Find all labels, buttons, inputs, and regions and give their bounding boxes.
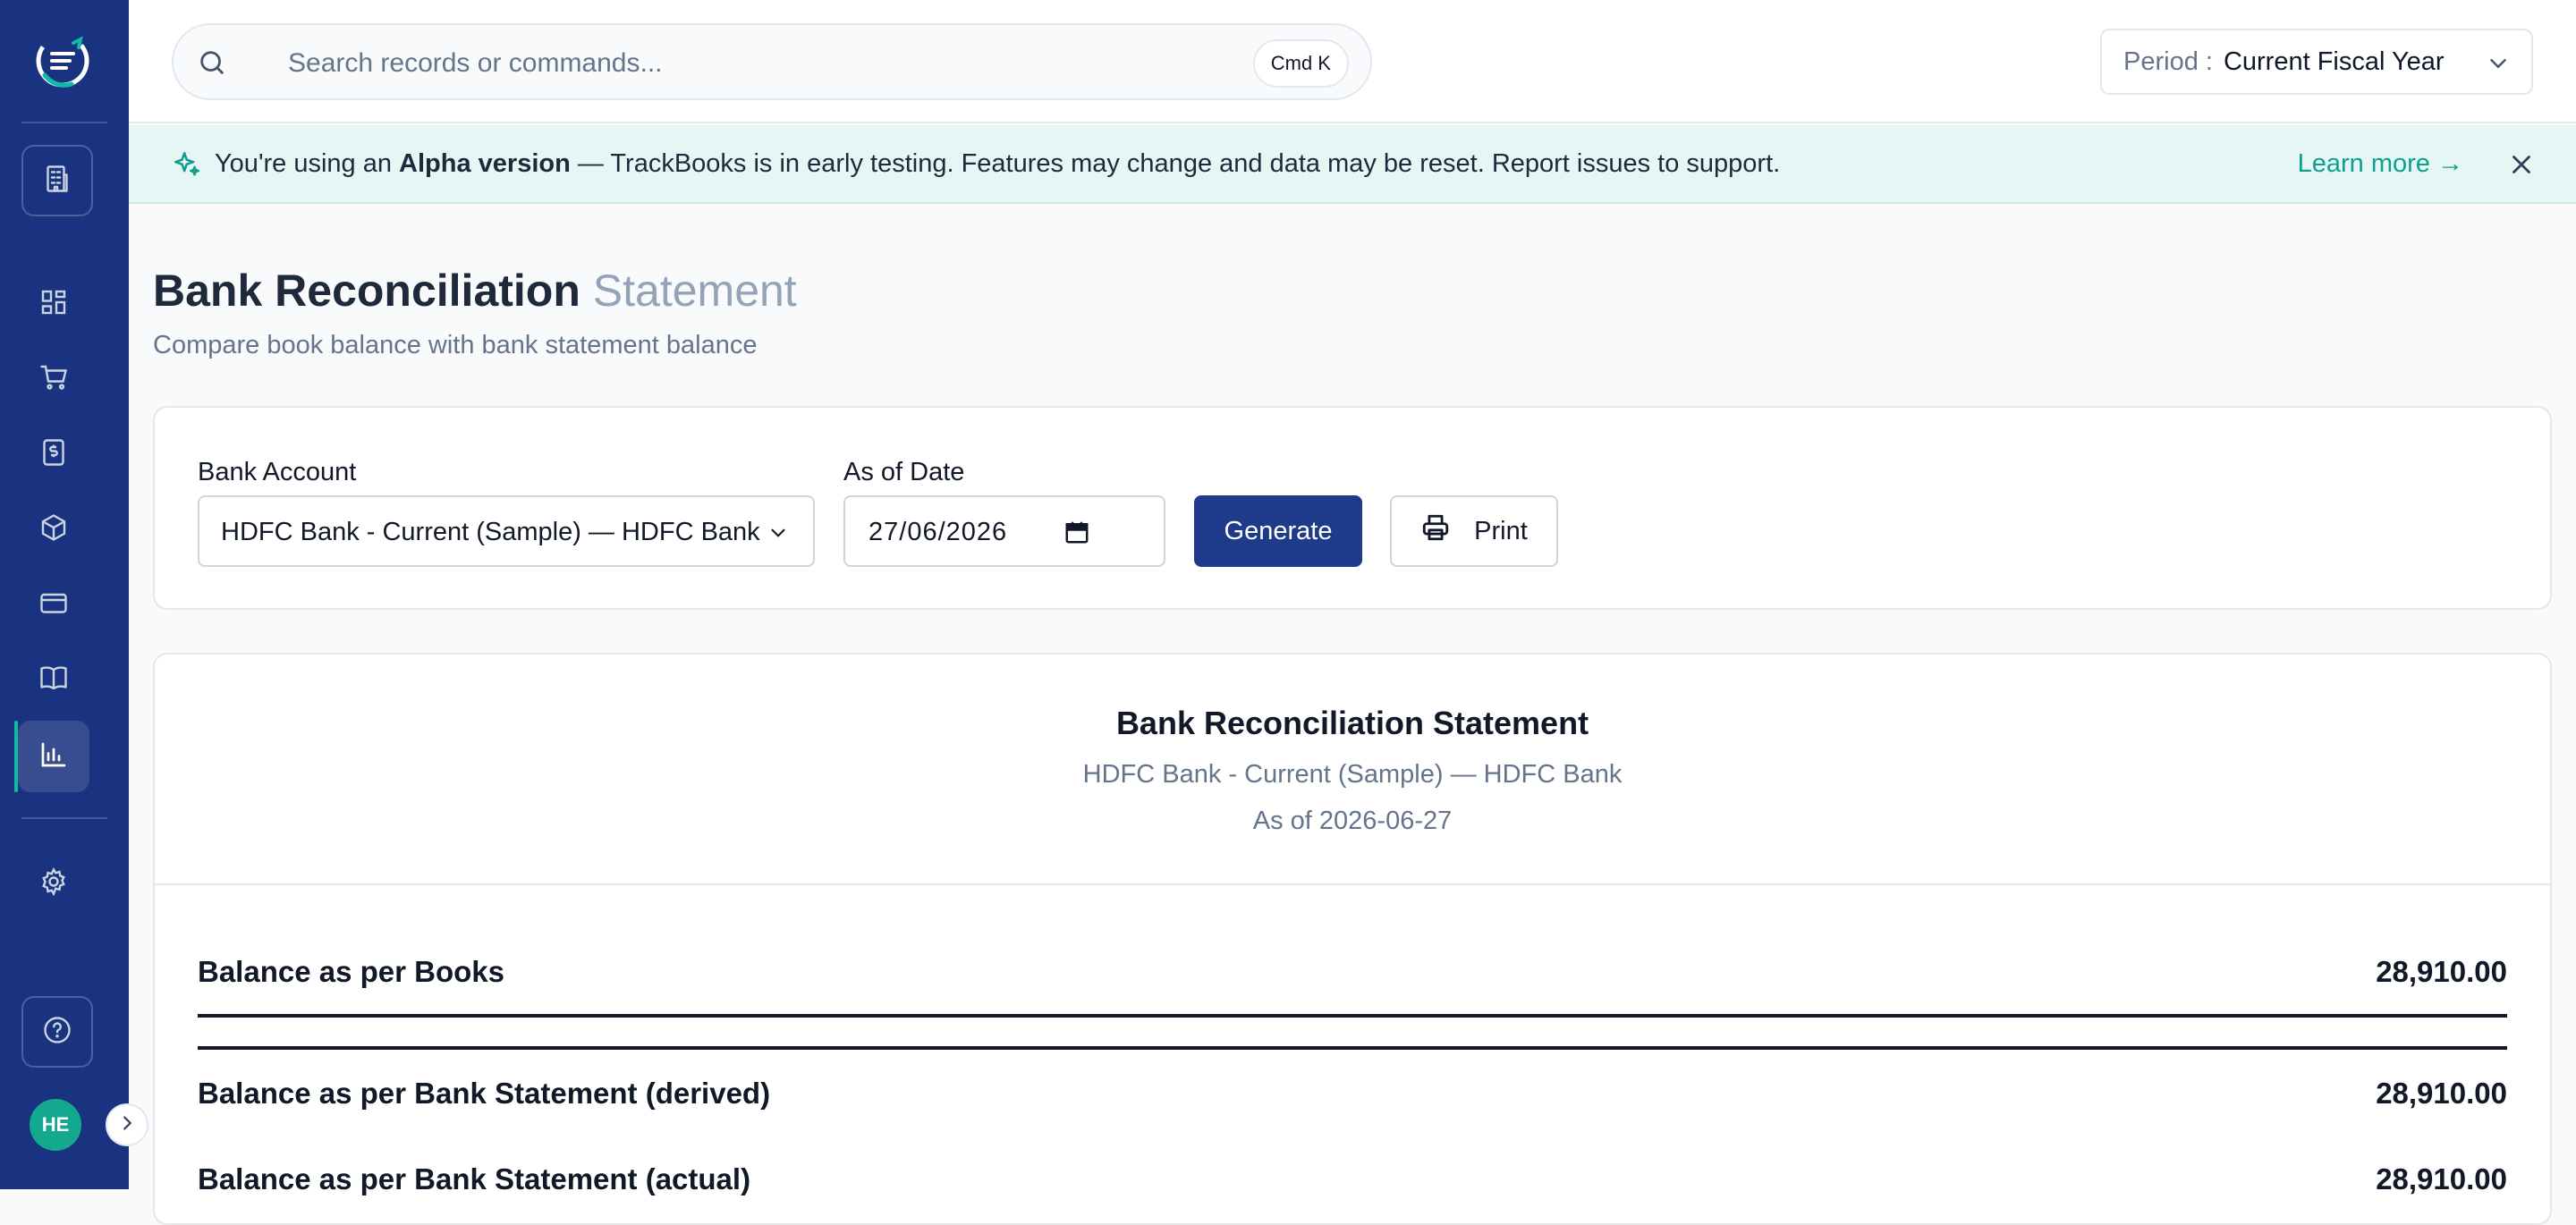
chevron-down-icon xyxy=(2485,50,2512,81)
user-avatar[interactable]: HE xyxy=(30,1099,81,1151)
page-description: Compare book balance with bank statement… xyxy=(153,331,758,359)
page-title-main: Bank Reconciliation xyxy=(153,266,580,316)
sidebar-item-reports[interactable] xyxy=(18,721,89,792)
report-title: Bank Reconciliation Statement xyxy=(1115,705,1589,741)
report-row: Balance as per Bank Statement (actual) 2… xyxy=(198,1162,2507,1207)
bank-account-label: Bank Account xyxy=(198,458,357,486)
bank-account-value: HDFC Bank - Current (Sample) — HDFC Bank xyxy=(221,518,760,546)
sidebar-expand-button[interactable] xyxy=(106,1103,148,1146)
generate-button[interactable]: Generate xyxy=(1194,495,1362,567)
report-row-label: Balance as per Bank Statement (actual) xyxy=(198,1162,751,1195)
sidebar-divider xyxy=(21,817,107,819)
help-button[interactable] xyxy=(21,996,93,1068)
banner-suffix: — TrackBooks is in early testing. Featur… xyxy=(577,149,1781,178)
report-row-value: 28,910.00 xyxy=(2376,955,2507,988)
settings-icon xyxy=(38,866,70,902)
card-icon xyxy=(38,587,70,623)
company-switch-button[interactable] xyxy=(21,145,93,216)
alpha-banner: You're using an Alpha version — TrackBoo… xyxy=(129,125,2576,204)
expand-icon xyxy=(117,1113,137,1137)
total-rule xyxy=(198,1014,2507,1018)
sidebar-item-sales[interactable] xyxy=(18,343,89,415)
as-of-date-label: As of Date xyxy=(843,458,965,486)
search-placeholder[interactable]: Search records or commands... xyxy=(288,48,663,79)
report-row-value: 28,910.00 xyxy=(2376,1162,2507,1195)
report-row-label: Balance as per Bank Statement (derived) xyxy=(198,1077,771,1110)
company-icon xyxy=(41,163,73,199)
book-icon xyxy=(38,662,70,698)
period-value: Current Fiscal Year xyxy=(2223,46,2445,76)
banner-prefix: You're using an xyxy=(215,149,392,178)
learn-more-link[interactable]: Learn more → xyxy=(2298,149,2463,179)
print-label: Print xyxy=(1474,516,1528,545)
print-button[interactable]: Print xyxy=(1390,495,1558,567)
sidebar-item-settings[interactable] xyxy=(18,848,89,919)
search-bar[interactable]: Search records or commands... Cmd K xyxy=(172,23,1372,100)
sidebar-item-dashboard[interactable] xyxy=(18,268,89,340)
search-shortcut-badge: Cmd K xyxy=(1252,39,1349,88)
report-row: Balance as per Books 28,910.00 xyxy=(198,955,2507,1000)
banner-highlight: Alpha version xyxy=(399,149,571,178)
banner-message: You're using an Alpha version — TrackBoo… xyxy=(215,149,1780,179)
sidebar-divider xyxy=(21,122,107,123)
total-rule xyxy=(198,1046,2507,1050)
page-title: Bank Reconciliation Statement xyxy=(153,265,797,317)
filter-card: Bank Account HDFC Bank - Current (Sample… xyxy=(153,406,2552,610)
dashboard-icon xyxy=(38,286,70,323)
inventory-icon xyxy=(38,511,70,548)
period-label: Period : xyxy=(2123,46,2213,76)
sidebar: HE xyxy=(0,0,148,1189)
topbar: Search records or commands... Cmd K Peri… xyxy=(129,0,2576,123)
as-of-date-input[interactable]: 27/06/2026 xyxy=(843,495,1165,567)
close-icon[interactable] xyxy=(2506,149,2537,184)
report-row: Balance as per Bank Statement (derived) … xyxy=(198,1077,2507,1121)
report-as-of: As of 2026-06-27 xyxy=(1252,807,1453,835)
printer-icon xyxy=(1420,512,1451,550)
report-row-label: Balance as per Books xyxy=(198,955,504,988)
sidebar-item-invoices[interactable] xyxy=(18,418,89,490)
sidebar-item-inventory[interactable] xyxy=(18,494,89,565)
period-select[interactable]: Period : Current Fiscal Year xyxy=(2100,29,2533,95)
chevron-down-icon xyxy=(767,521,790,549)
app-logo-icon[interactable] xyxy=(32,30,93,91)
sidebar-item-ledger[interactable] xyxy=(18,644,89,715)
report-card: Bank Reconciliation Statement HDFC Bank … xyxy=(153,653,2552,1225)
sparkle-icon xyxy=(172,149,202,184)
page-title-sub: Statement xyxy=(592,266,797,316)
sidebar-item-banking[interactable] xyxy=(18,569,89,640)
report-header: Bank Reconciliation Statement HDFC Bank … xyxy=(155,655,2550,885)
bank-account-select[interactable]: HDFC Bank - Current (Sample) — HDFC Bank xyxy=(198,495,815,567)
calendar-icon[interactable] xyxy=(1063,519,1090,550)
help-icon xyxy=(41,1014,73,1051)
report-account: HDFC Bank - Current (Sample) — HDFC Bank xyxy=(1082,760,1623,789)
report-row-value: 28,910.00 xyxy=(2376,1077,2507,1110)
as-of-date-value: 27/06/2026 xyxy=(869,518,1008,546)
cart-icon xyxy=(38,361,70,398)
invoice-icon xyxy=(38,436,70,473)
reports-icon xyxy=(38,739,70,775)
search-icon xyxy=(197,47,227,82)
